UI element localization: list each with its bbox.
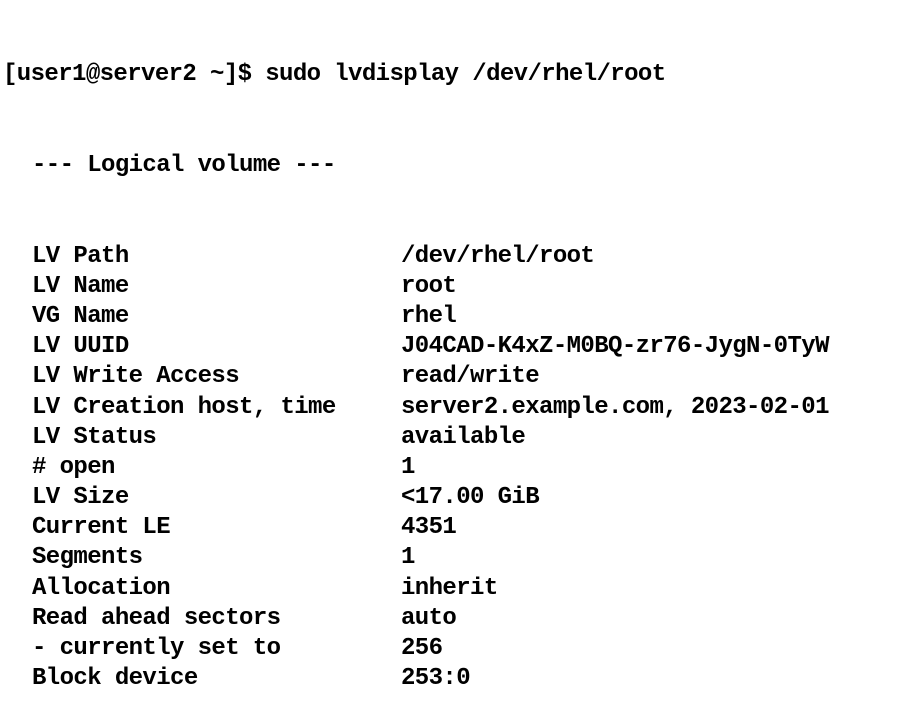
lv-attribute-row: LV Path/dev/rhel/root (0, 242, 902, 272)
lv-attribute-row: - currently set to 256 (0, 634, 902, 664)
lv-attribute-value: 1 (401, 544, 415, 572)
lv-attribute-label: Segments (32, 544, 143, 572)
lv-attribute-value: 4351 (401, 514, 457, 542)
terminal-window[interactable]: [user1@server2 ~]$ sudo lvdisplay /dev/r… (0, 0, 902, 692)
lv-attribute-row: Allocation inherit (0, 574, 902, 604)
lv-attribute-row: # open 1 (0, 453, 902, 483)
lv-attribute-row: LV Write Access read/write (0, 362, 902, 392)
lv-attribute-label: LV Creation host, time (32, 393, 336, 421)
lv-attribute-row: LV Size <17.00 GiB (0, 483, 902, 513)
lv-attribute-value: inherit (401, 574, 498, 602)
lv-attribute-value: root (401, 272, 457, 300)
lv-attribute-label: LV Path (32, 242, 129, 270)
lv-attribute-row: Read ahead sectors auto (0, 604, 902, 634)
lv-attribute-row: LV UUID J04CAD-K4xZ-M0BQ-zr76-JygN-0TyW (0, 332, 902, 362)
lv-attribute-row: Segments 1 (0, 543, 902, 573)
lv-attribute-value: J04CAD-K4xZ-M0BQ-zr76-JygN-0TyW (401, 333, 829, 361)
lv-attribute-label: # open (32, 453, 115, 481)
lv-attribute-row: LV Status available (0, 423, 902, 453)
lv-attribute-label: LV UUID (32, 333, 129, 361)
lv-attribute-value: read/write (401, 363, 540, 391)
lv-attribute-label: LV Name (32, 272, 129, 300)
lv-attribute-row: LV Name root (0, 272, 902, 302)
lv-attribute-label: LV Status (32, 423, 157, 451)
lv-attribute-value: auto (401, 604, 457, 632)
command-prompt-line: [user1@server2 ~]$ sudo lvdisplay /dev/r… (3, 61, 666, 89)
lv-attribute-value: server2.example.com, 2023-02-01 (401, 393, 829, 421)
lv-attribute-label: VG Name (32, 302, 129, 330)
lv-attribute-value: 256 (401, 635, 443, 663)
section-header: --- Logical volume --- (32, 152, 336, 179)
lv-attributes-list: LV Path/dev/rhel/root LV Name root VG Name r… (0, 242, 902, 695)
lv-attribute-label: LV Write Access (32, 363, 240, 391)
lv-attribute-value: 253:0 (401, 665, 471, 693)
lv-attribute-row: VG Name rhel (0, 302, 902, 332)
lv-attribute-label: Read ahead sectors (32, 604, 281, 632)
lv-attribute-label: - currently set to (32, 635, 281, 663)
lv-attribute-label: Current LE (32, 514, 171, 542)
lv-attribute-value: 1 (401, 453, 415, 481)
lv-attribute-value: available (401, 423, 526, 451)
lv-attribute-value: <17.00 GiB (401, 484, 540, 512)
lv-attribute-row: LV Creation host, time server2.example.co… (0, 393, 902, 423)
lv-attribute-value: rhel (401, 302, 457, 330)
lv-attribute-label: LV Size (32, 484, 129, 512)
lv-attribute-label: Allocation (32, 574, 171, 602)
lv-attribute-value: /dev/rhel/root (401, 242, 595, 270)
lv-attribute-row: Block device 253:0 (0, 664, 902, 694)
lv-attribute-label: Block device (32, 665, 198, 693)
lv-attribute-row: Current LE 4351 (0, 513, 902, 543)
